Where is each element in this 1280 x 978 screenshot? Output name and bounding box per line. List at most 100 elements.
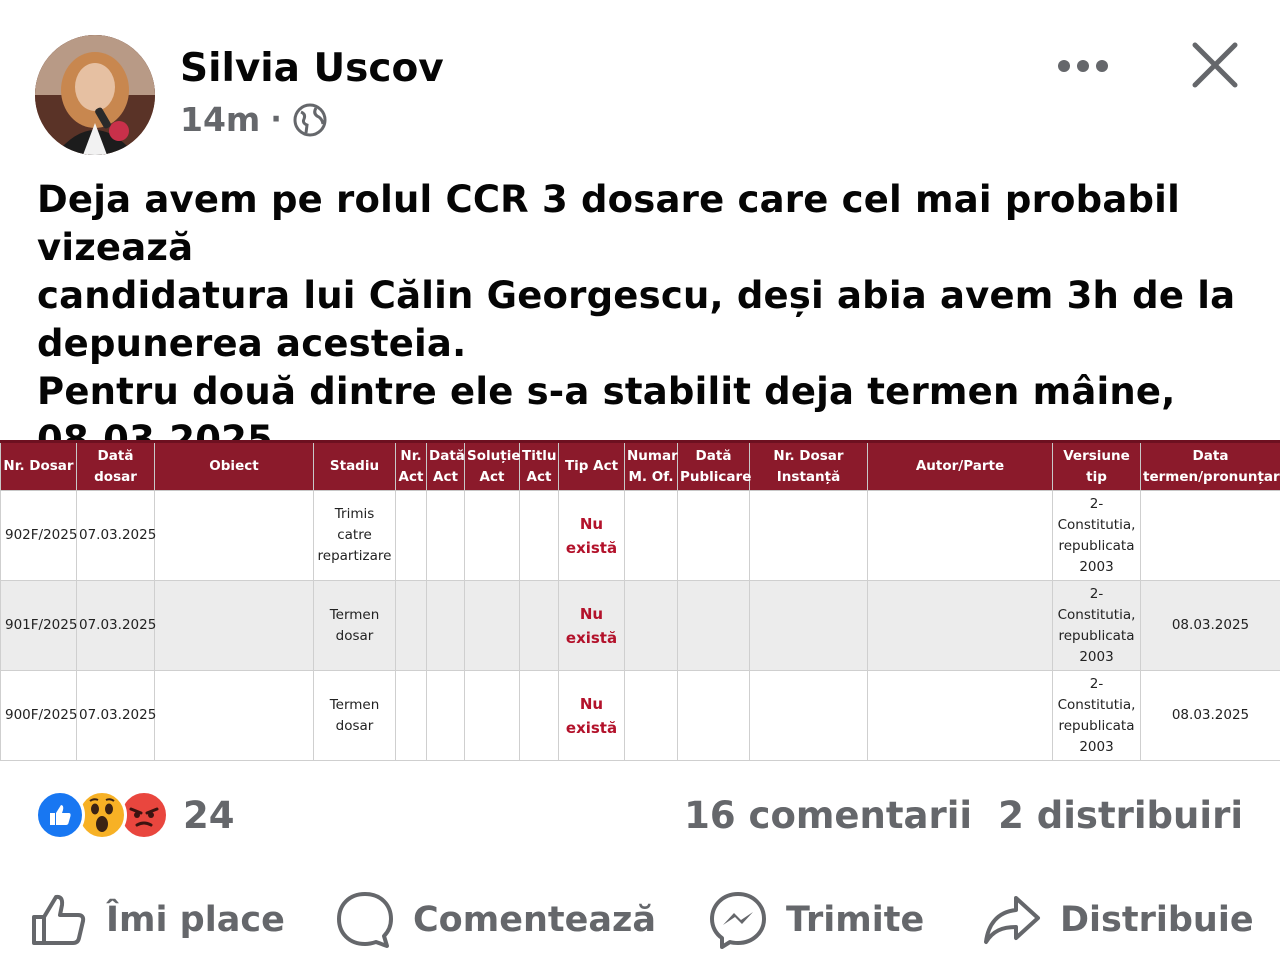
send-button[interactable]: Trimite — [708, 890, 924, 950]
shares-count-link[interactable]: 2 distribuiri — [998, 794, 1243, 837]
cell-tip-act: Nu există — [558, 580, 625, 671]
header-text: Dată — [695, 447, 732, 464]
meta-separator: · — [270, 102, 282, 137]
angry-face-icon — [129, 807, 159, 827]
post-text-line: Pentru două dintre ele s-a stabilit deja… — [37, 370, 1176, 413]
reactions-summary[interactable]: 24 — [35, 790, 235, 840]
cell-stadiu: Trimis catre repartizare — [313, 490, 396, 581]
more-options-button[interactable] — [1058, 56, 1108, 76]
author-name[interactable]: Silvia Uscov — [180, 46, 444, 91]
header-text: Act — [526, 468, 552, 485]
cell-data-act — [426, 490, 465, 581]
cell-text: Termen — [329, 606, 380, 623]
cell-stadiu: Termen dosar — [313, 580, 396, 671]
cell-text: există — [565, 718, 618, 737]
table-row: 901F/2025 07.03.2025 Termen dosar Nu există 2-… — [0, 580, 1280, 671]
cell-text: 2003 — [1079, 738, 1114, 755]
cell-text: Termen — [329, 696, 380, 713]
cell-nr-dosar: 902F/2025 — [0, 490, 77, 581]
header-text: Versiune — [1063, 447, 1130, 464]
header-text: Titlu — [522, 447, 557, 464]
cell-nr-dosar-instanta — [749, 670, 868, 761]
post-text-line: Deja avem pe rolul CCR 3 dosare care cel… — [37, 178, 1180, 269]
header-text: Numar — [627, 447, 678, 464]
header-text: Act — [433, 468, 458, 485]
cell-text: Nu — [579, 604, 604, 623]
cell-nr-dosar-instanta — [749, 490, 868, 581]
header-text: Obiect — [209, 458, 259, 474]
comments-count-link[interactable]: 16 comentarii — [684, 794, 972, 837]
header-text: M. Of. — [628, 468, 674, 485]
cell-nr-act — [395, 580, 427, 671]
table-header-cell: Tip Act — [558, 440, 625, 491]
header-text: Data — [1192, 447, 1229, 464]
table-header-cell: Nr. Dosar — [0, 440, 77, 491]
wow-face-icon — [89, 798, 115, 832]
cell-solutie-act — [464, 490, 520, 581]
post-text: Deja avem pe rolul CCR 3 dosare care cel… — [37, 176, 1257, 464]
cell-versiune-tip: 2- Constitutia, republicata 2003 — [1052, 670, 1141, 761]
send-label: Trimite — [786, 900, 925, 940]
cell-versiune-tip: 2- Constitutia, republicata 2003 — [1052, 580, 1141, 671]
cell-titlu-act — [519, 670, 559, 761]
header-text: Nr. Dosar — [773, 447, 844, 464]
cell-data-publicare — [677, 490, 750, 581]
header-text: Nr. — [400, 447, 422, 464]
cell-data-act — [426, 670, 465, 761]
cell-stadiu: Termen dosar — [313, 670, 396, 761]
header-text: Dată — [97, 447, 134, 464]
cell-obiect — [154, 490, 314, 581]
header-text: Dată — [429, 447, 465, 464]
engagement-stats: 16 comentarii 2 distribuiri — [684, 794, 1243, 837]
cell-solutie-act — [464, 670, 520, 761]
table-header-cell: Dată Publicare — [677, 440, 751, 491]
cell-text: republicata — [1058, 717, 1135, 734]
cell-text: dosar — [335, 717, 374, 734]
post-image-table[interactable]: Nr. Dosar Dată dosar Obiect Stadiu Nr. Act Dată… — [0, 440, 1280, 761]
header-text: Autor/Parte — [915, 458, 1005, 474]
cell-data-termen: 08.03.2025 — [1140, 580, 1280, 671]
cell-autor-parte — [867, 670, 1053, 761]
share-icon — [984, 896, 1040, 944]
comment-icon — [337, 892, 393, 948]
table-header-cell: Dată Act — [426, 440, 465, 491]
cell-text: republicata — [1058, 537, 1135, 554]
table-header-cell: Nr. Dosar Instanță — [749, 440, 868, 491]
cell-autor-parte — [867, 580, 1053, 671]
thumbs-up-outline-icon — [32, 894, 86, 945]
cell-text: Nu — [579, 514, 604, 533]
globe-icon — [293, 103, 327, 136]
close-icon — [1192, 42, 1238, 88]
cell-obiect — [154, 670, 314, 761]
cell-titlu-act — [519, 490, 559, 581]
header-text: tip — [1086, 468, 1107, 485]
like-label: Îmi place — [106, 900, 285, 940]
header-text: Act — [398, 468, 424, 485]
post-time[interactable]: 14m — [180, 100, 260, 139]
table-header-cell: Stadiu — [313, 440, 396, 491]
cell-obiect — [154, 580, 314, 671]
cell-data-publicare — [677, 670, 750, 761]
like-button[interactable]: Îmi place — [30, 891, 285, 949]
more-icon-dot — [1077, 60, 1089, 72]
cell-tip-act: Nu există — [558, 490, 625, 581]
cases-table: Nr. Dosar Dată dosar Obiect Stadiu Nr. Act Dată… — [0, 440, 1280, 761]
cell-text: repartizare — [317, 548, 392, 564]
share-button[interactable]: Distribuie — [982, 890, 1254, 950]
table-header-cell: Numar M. Of. — [624, 440, 678, 491]
messenger-icon — [710, 892, 766, 949]
cell-data-dosar: 07.03.2025 — [76, 580, 156, 671]
cell-solutie-act — [464, 580, 520, 671]
comment-button[interactable]: Comentează — [335, 890, 656, 950]
cell-titlu-act — [519, 580, 559, 671]
cell-text: 2- — [1089, 495, 1104, 512]
table-header-cell: Titlu Act — [519, 440, 559, 491]
close-button[interactable] — [1190, 40, 1240, 90]
cell-nr-dosar-instanta — [749, 580, 868, 671]
cell-text: există — [565, 538, 618, 557]
table-header-cell: Nr. Act — [395, 440, 427, 491]
cell-text: Constitutia, — [1057, 516, 1136, 533]
cell-versiune-tip: 2- Constitutia, republicata 2003 — [1052, 490, 1141, 581]
author-avatar[interactable] — [35, 35, 155, 155]
table-header-cell: Soluție Act — [464, 440, 520, 491]
